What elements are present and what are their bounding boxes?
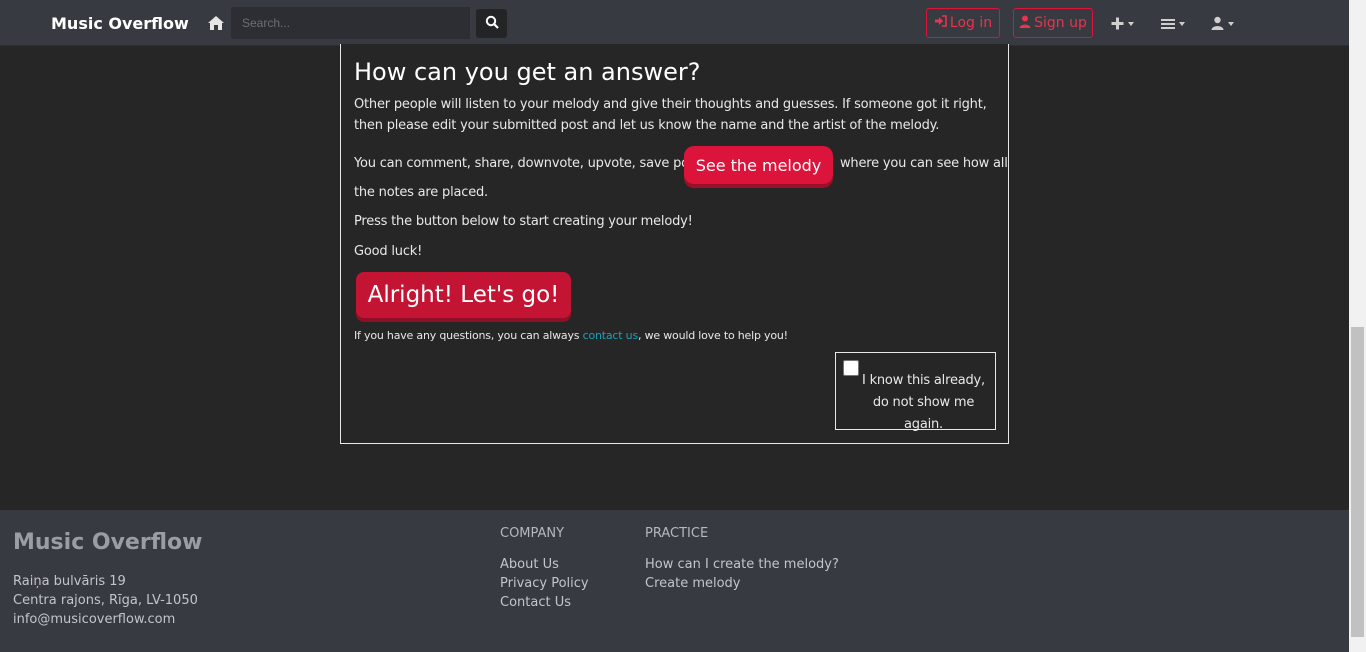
footer-brand: Music Overflow bbox=[13, 530, 203, 555]
footer-email: info@musicoverflow.com bbox=[13, 612, 176, 627]
chevron-down-icon bbox=[1179, 22, 1185, 26]
help-note-suffix: , we would love to help you! bbox=[638, 329, 788, 342]
footer-address-line1: Raiņa bulvāris 19 bbox=[13, 574, 126, 589]
search-icon bbox=[485, 15, 499, 32]
lets-go-button[interactable]: Alright! Let's go! bbox=[356, 272, 571, 318]
features-text-wrap: the notes are placed. bbox=[354, 185, 488, 200]
chevron-down-icon bbox=[1128, 22, 1134, 26]
footer-company-heading: COMPANY bbox=[500, 526, 565, 541]
dont-show-label[interactable]: I know this already, do not show me agai… bbox=[856, 370, 991, 436]
create-dropdown[interactable] bbox=[1111, 14, 1134, 34]
footer-link-privacy[interactable]: Privacy Policy bbox=[500, 576, 589, 591]
features-text-end: where you can see how all bbox=[840, 156, 1008, 171]
help-note-prefix: If you have any questions, you can alway… bbox=[354, 329, 583, 342]
bars-icon bbox=[1161, 15, 1175, 34]
features-text: You can comment, share, downvote, upvote… bbox=[354, 156, 711, 171]
chevron-down-icon bbox=[1228, 22, 1234, 26]
login-button[interactable]: Log in bbox=[926, 8, 1000, 38]
page-scrollbar[interactable] bbox=[1349, 0, 1366, 652]
intro-card: How can you get an answer? Other people … bbox=[340, 44, 1009, 444]
account-dropdown[interactable] bbox=[1211, 14, 1234, 34]
contact-us-link[interactable]: contact us bbox=[583, 329, 639, 342]
navbar: Music Overflow Log in Sign up bbox=[0, 0, 1349, 46]
dont-show-box: I know this already, do not show me agai… bbox=[835, 352, 996, 432]
search-input[interactable] bbox=[231, 7, 470, 39]
instruction-text: Press the button below to start creating… bbox=[354, 214, 693, 229]
see-melody-button[interactable]: See the melody bbox=[684, 146, 833, 184]
user-icon bbox=[1019, 15, 1031, 32]
footer-link-create-melody[interactable]: Create melody bbox=[645, 576, 741, 591]
help-note: If you have any questions, you can alway… bbox=[354, 329, 788, 342]
footer-link-how-to-create[interactable]: How can I create the melody? bbox=[645, 557, 839, 572]
intro-paragraph: Other people will listen to your melody … bbox=[354, 97, 987, 133]
signup-button[interactable]: Sign up bbox=[1013, 8, 1093, 38]
user-icon bbox=[1211, 15, 1224, 34]
sign-in-icon bbox=[934, 15, 947, 31]
brand-link[interactable]: Music Overflow bbox=[51, 14, 189, 33]
plus-icon bbox=[1111, 15, 1124, 34]
footer-practice-heading: PRACTICE bbox=[645, 526, 709, 541]
scrollbar-thumb[interactable] bbox=[1351, 327, 1364, 637]
signup-label: Sign up bbox=[1034, 15, 1087, 31]
search-button[interactable] bbox=[476, 9, 507, 38]
footer-link-contact[interactable]: Contact Us bbox=[500, 595, 571, 610]
footer-link-about[interactable]: About Us bbox=[500, 557, 559, 572]
home-icon[interactable] bbox=[207, 15, 225, 31]
login-label: Log in bbox=[949, 15, 993, 31]
footer: Music Overflow Raiņa bulvāris 19 Centra … bbox=[0, 510, 1349, 652]
good-luck-text: Good luck! bbox=[354, 244, 423, 259]
footer-address-line2: Centra rajons, Rīga, LV-1050 bbox=[13, 593, 198, 608]
menu-dropdown[interactable] bbox=[1161, 14, 1185, 34]
card-title: How can you get an answer? bbox=[354, 58, 701, 86]
